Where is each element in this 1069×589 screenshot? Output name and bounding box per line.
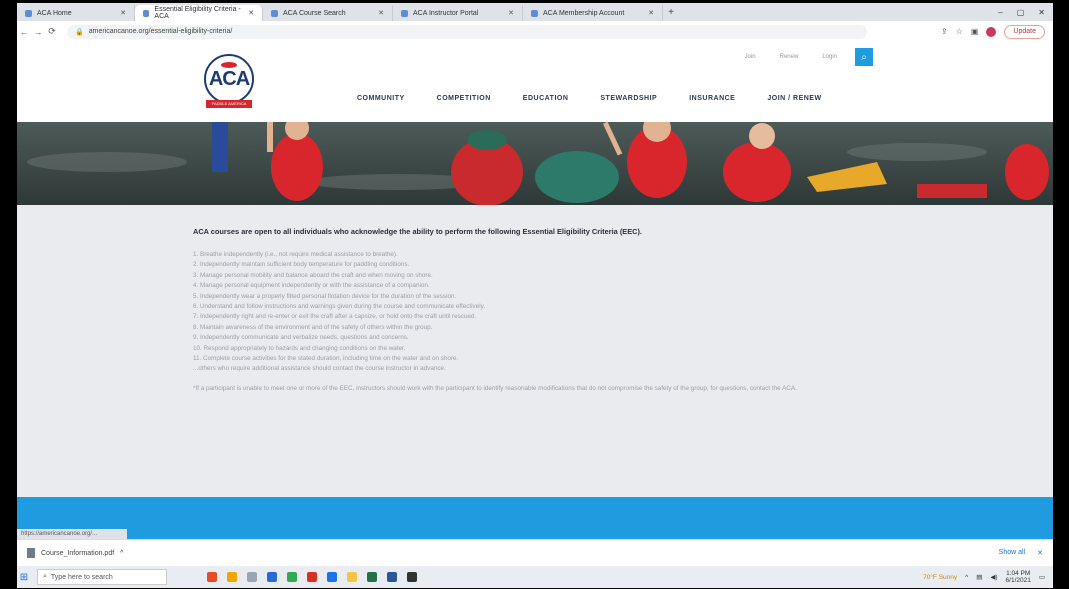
weather-widget[interactable]: 70°F Sunny [923, 574, 957, 581]
browser-tab-active[interactable]: Essential Eligibility Criteria - ACA ✕ [135, 5, 263, 21]
app-icon[interactable] [267, 572, 277, 582]
list-item: 5. Independently wear a properly fitted … [193, 292, 457, 300]
word-icon[interactable] [387, 572, 397, 582]
folder-icon[interactable] [347, 572, 357, 582]
list-item: 1. Breathe independently (i.e., not requ… [193, 251, 398, 258]
reload-button[interactable]: ⟳ [45, 26, 59, 37]
web-page: ACA PADDLE AMERICA Join Renew Login ⌕ CO… [17, 42, 1053, 539]
close-tab-icon[interactable]: ✕ [508, 9, 514, 17]
app-icon[interactable] [307, 572, 317, 582]
download-actions: Show all ✕ [999, 549, 1053, 557]
clock[interactable]: 1:04 PM 6/1/2021 [1006, 570, 1031, 584]
eec-content: ACA courses are open to all individuals … [193, 227, 873, 400]
link-preview-status: https://americancanoe.org/... [17, 529, 127, 539]
maximize-button[interactable]: ▢ [1017, 8, 1025, 17]
show-all-button[interactable]: Show all [999, 549, 1025, 557]
close-tab-icon[interactable]: ✕ [120, 9, 126, 17]
download-bar: Course_Information.pdf ^ Show all ✕ [17, 539, 1053, 566]
eec-intro: ACA courses are open to all individuals … [193, 227, 642, 236]
download-item[interactable]: Course_Information.pdf ^ [17, 548, 123, 558]
taskbar-search-input[interactable]: ⌕ Type here to search [37, 569, 167, 585]
eec-footnote: *If a participant is unable to meet one … [193, 384, 797, 392]
list-item: 7. Independently right and re-enter or e… [193, 313, 477, 321]
notifications-icon[interactable]: ▭ [1039, 573, 1045, 581]
app-icon[interactable] [407, 572, 417, 582]
list-item: 8. Maintain awareness of the environment… [193, 323, 433, 331]
aca-logo[interactable]: ACA PADDLE AMERICA [200, 54, 258, 110]
bookmark-star-icon[interactable]: ☆ [956, 27, 963, 36]
search-icon[interactable]: ⌕ [855, 48, 873, 66]
chrome-icon[interactable] [287, 572, 297, 582]
app-icon[interactable] [247, 572, 257, 582]
nav-education[interactable]: EDUCATION [523, 95, 569, 102]
list-item: 3. Manage personal mobility and balance … [193, 271, 433, 279]
list-item: 6. Understand and follow instructions an… [193, 303, 486, 311]
nav-join-renew[interactable]: JOIN / RENEW [767, 95, 821, 102]
window-controls: – ▢ ✕ [998, 8, 1053, 17]
nav-community[interactable]: COMMUNITY [357, 95, 405, 102]
new-tab-button[interactable]: + [663, 7, 679, 18]
url-input[interactable]: 🔒 americancanoe.org/essential-eligibility… [67, 24, 867, 39]
app-icon[interactable] [207, 572, 217, 582]
favicon-icon [271, 9, 278, 17]
close-tab-icon[interactable]: ✕ [648, 9, 654, 17]
close-tab-icon[interactable]: ✕ [248, 9, 254, 17]
list-item: 10. Respond appropriately to hazards and… [193, 344, 406, 352]
address-bar: ← → ⟳ 🔒 americancanoe.org/essential-eligi… [17, 21, 1053, 43]
browser-actions: ⇪ ☆ ▣ Update [941, 24, 1053, 39]
list-item: 2. Independently maintain sufficient bod… [193, 261, 410, 269]
back-button[interactable]: ← [17, 27, 31, 37]
hero-banner-image [17, 122, 1053, 205]
browser-tab[interactable]: ACA Home ✕ [17, 5, 135, 21]
browser-tab[interactable]: ACA Membership Account ✕ [523, 5, 663, 21]
screen: ACA Home ✕ Essential Eligibility Criteria… [0, 0, 1069, 589]
profile-avatar[interactable] [986, 26, 997, 37]
close-window-button[interactable]: ✕ [1038, 8, 1045, 17]
browser-tab-strip: ACA Home ✕ Essential Eligibility Criteria… [17, 3, 1053, 21]
eec-criteria-list: 1. Breathe independently (i.e., not requ… [193, 250, 873, 375]
forward-button[interactable]: → [31, 27, 45, 37]
favicon-icon [531, 9, 538, 17]
list-item: 11. Complete course activities for the s… [193, 355, 459, 363]
join-link[interactable]: Join [739, 52, 762, 62]
minimize-button[interactable]: – [998, 8, 1002, 17]
utility-nav: Join Renew Login ⌕ [739, 48, 873, 66]
lock-icon: 🔒 [75, 28, 84, 36]
nav-insurance[interactable]: INSURANCE [689, 95, 735, 102]
favicon-icon [401, 9, 408, 17]
search-icon: ⌕ [43, 573, 47, 580]
browser-tab[interactable]: ACA Course Search ✕ [263, 5, 393, 21]
list-item: ...others who require additional assista… [193, 365, 446, 373]
update-button[interactable]: Update [1004, 24, 1045, 39]
windows-taskbar: ⊞ ⌕ Type here to search 70°F Sunny ^ ▤ ◀)… [17, 566, 1053, 588]
footer-band [17, 497, 1053, 539]
start-button[interactable]: ⊞ [17, 572, 31, 583]
nav-stewardship[interactable]: STEWARDSHIP [600, 95, 657, 102]
tray-chevron-icon[interactable]: ^ [965, 574, 968, 581]
pdf-file-icon [27, 548, 35, 558]
login-link[interactable]: Login [816, 52, 843, 62]
app-icon[interactable] [227, 572, 237, 582]
system-tray: 70°F Sunny ^ ▤ ◀) 1:04 PM 6/1/2021 ▭ [923, 570, 1053, 584]
download-menu-chevron-icon[interactable]: ^ [120, 550, 123, 557]
main-nav: COMMUNITY COMPETITION EDUCATION STEWARDS… [357, 95, 822, 102]
close-tab-icon[interactable]: ✕ [378, 9, 384, 17]
close-download-bar-icon[interactable]: ✕ [1037, 549, 1043, 557]
share-icon[interactable]: ⇪ [941, 27, 948, 36]
list-item: 9. Independently communicate and verbali… [193, 334, 409, 342]
browser-tab[interactable]: ACA Instructor Portal ✕ [393, 5, 523, 21]
list-item: 4. Manage personal equipment independent… [193, 282, 430, 290]
volume-icon[interactable]: ◀) [990, 573, 997, 581]
nav-competition[interactable]: COMPETITION [437, 95, 491, 102]
site-header: ACA PADDLE AMERICA Join Renew Login ⌕ CO… [17, 42, 1053, 122]
extensions-icon[interactable]: ▣ [971, 27, 979, 36]
edge-icon[interactable] [327, 572, 337, 582]
favicon-icon [143, 9, 150, 17]
renew-link[interactable]: Renew [774, 52, 805, 62]
excel-icon[interactable] [367, 572, 377, 582]
network-icon[interactable]: ▤ [976, 573, 982, 581]
favicon-icon [25, 9, 32, 17]
pinned-apps [207, 572, 417, 582]
